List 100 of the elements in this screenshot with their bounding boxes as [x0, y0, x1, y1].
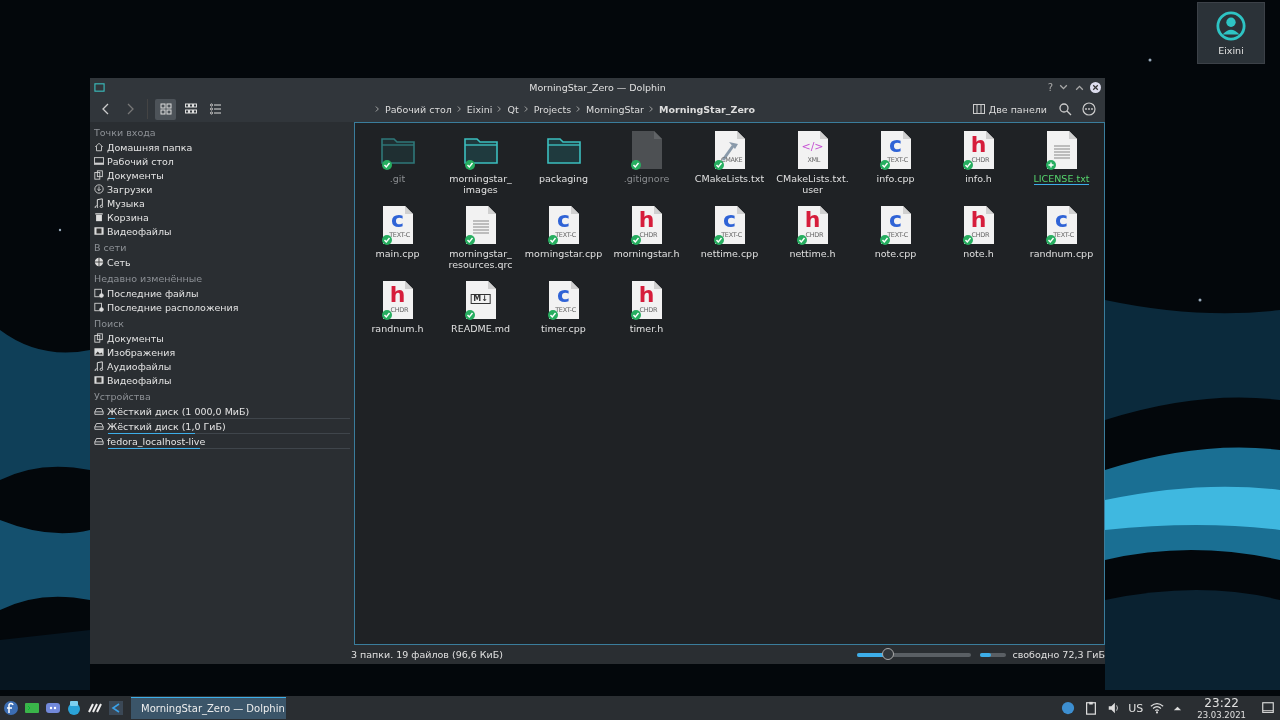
- icons-view-button[interactable]: [155, 98, 176, 120]
- file-type-glyph: c: [889, 209, 902, 231]
- clock-date[interactable]: 23.03.2021: [1197, 709, 1246, 720]
- sidebar-item[interactable]: Рабочий стол: [107, 155, 174, 167]
- recent-icon: [94, 302, 104, 312]
- sidebar-item[interactable]: Последние расположения: [107, 301, 239, 313]
- document-icon: [713, 205, 746, 245]
- document-icon: [962, 205, 995, 245]
- sidebar-item[interactable]: Документы: [107, 169, 164, 181]
- sidebar-item[interactable]: Сеть: [107, 256, 131, 268]
- search-icon[interactable]: [1057, 101, 1073, 117]
- breadcrumb-item[interactable]: Рабочий стол: [385, 103, 452, 115]
- document-icon: [630, 205, 663, 245]
- document-icon: [630, 130, 663, 170]
- sidebar-item[interactable]: Музыка: [107, 197, 145, 209]
- image-icon: [94, 347, 104, 357]
- breadcrumb-item[interactable]: Qt: [507, 103, 519, 115]
- breadcrumb-item[interactable]: Projects: [533, 103, 572, 115]
- file-name[interactable]: morningstar.h: [606, 248, 687, 259]
- desktop-icon: [94, 156, 104, 166]
- file-name[interactable]: main.cpp: [357, 248, 438, 259]
- show-desktop-icon[interactable]: [1261, 701, 1275, 715]
- file-type-glyph: h: [970, 134, 987, 156]
- file-name[interactable]: timer.h: [606, 323, 687, 334]
- file-name[interactable]: .git: [357, 173, 438, 184]
- file-name[interactable]: packaging: [523, 173, 604, 184]
- sidebar-item[interactable]: Изображения: [107, 346, 176, 358]
- sidebar-item[interactable]: Аудиофайлы: [107, 360, 172, 372]
- zoom-slider-handle[interactable]: [882, 647, 895, 660]
- folder-icon: [545, 135, 582, 165]
- breadcrumb-item[interactable]: MorningStar_Zero: [659, 103, 756, 115]
- file-name[interactable]: info.cpp: [855, 173, 936, 184]
- trash-icon: [94, 212, 104, 222]
- network-icon: [94, 257, 104, 267]
- file-name[interactable]: timer.cpp: [523, 323, 604, 334]
- taskbar-task[interactable]: MorningStar_Zero — Dolphin: [131, 697, 286, 719]
- menu-icon[interactable]: [1081, 101, 1097, 117]
- sidebar-item[interactable]: Жёсткий диск (1 000,0 МиБ): [107, 405, 250, 417]
- sidebar-item[interactable]: Корзина: [107, 211, 149, 223]
- wifi-icon[interactable]: [1150, 701, 1165, 715]
- sidebar-item[interactable]: Жёсткий диск (1,0 ГиБ): [107, 420, 226, 432]
- file-name[interactable]: morningstar_ images: [440, 173, 521, 195]
- docs-icon: [94, 170, 104, 180]
- launcher-icon[interactable]: [3, 700, 19, 716]
- chevron-icon: [576, 105, 582, 113]
- chat-icon[interactable]: [45, 700, 61, 716]
- file-type-glyph: </>: [801, 141, 824, 153]
- file-name[interactable]: nettime.h: [772, 248, 853, 259]
- file-name[interactable]: randnum.h: [357, 323, 438, 334]
- folder-icon: [379, 135, 416, 165]
- clipboard-icon[interactable]: [1084, 701, 1099, 715]
- section-heading: В сети: [94, 241, 128, 255]
- sidebar-item[interactable]: Документы: [107, 332, 164, 344]
- file-name[interactable]: .gitignore: [606, 173, 687, 184]
- list-icon: [209, 103, 222, 115]
- keyboard-layout[interactable]: US: [1128, 701, 1144, 715]
- file-name[interactable]: morningstar.cpp: [523, 248, 604, 259]
- free-space-label: свободно 72,3 ГиБ: [1012, 649, 1105, 660]
- code-editor-icon[interactable]: [108, 700, 124, 716]
- file-name[interactable]: info.h: [938, 173, 1019, 184]
- file-type-glyph: c: [391, 209, 404, 231]
- file-type-glyph: h: [970, 209, 987, 231]
- file-name[interactable]: README.md: [440, 323, 521, 334]
- file-name[interactable]: note.cpp: [855, 248, 936, 259]
- breadcrumb-item[interactable]: MorningStar: [586, 103, 645, 115]
- close-icon[interactable]: [1090, 81, 1101, 93]
- download-icon: [94, 184, 104, 194]
- breadcrumb-item[interactable]: Eixini: [466, 103, 493, 115]
- clock-time[interactable]: 23:22: [1204, 696, 1239, 710]
- section-heading: Поиск: [94, 317, 126, 331]
- sidebar-item[interactable]: Домашняя папка: [107, 141, 193, 153]
- file-type-glyph: c: [889, 134, 902, 156]
- file-name[interactable]: note.h: [938, 248, 1019, 259]
- document-icon: [1045, 205, 1078, 245]
- drive-icon: [94, 421, 104, 431]
- split-view-button[interactable]: Две панели: [968, 103, 1051, 115]
- file-name[interactable]: CMakeLists.txt. user: [772, 173, 853, 195]
- sidebar-item[interactable]: Видеофайлы: [107, 374, 172, 386]
- document-icon: [879, 205, 912, 245]
- messenger-icon[interactable]: [66, 700, 82, 716]
- document-icon: [962, 130, 995, 170]
- sidebar-item[interactable]: fedora_localhost-live: [107, 435, 206, 447]
- file-name[interactable]: CMakeLists.txt: [689, 173, 770, 184]
- document-icon: [547, 280, 580, 320]
- file-name[interactable]: randnum.cpp: [1021, 248, 1102, 259]
- document-icon: [879, 130, 912, 170]
- grid-icon: [159, 103, 172, 115]
- sidebar-item[interactable]: Последние файлы: [107, 287, 199, 299]
- sidebar-item[interactable]: Видеофайлы: [107, 225, 172, 237]
- user-widget[interactable]: Eixini: [1197, 2, 1265, 64]
- file-name[interactable]: morningstar_ resources.qrc: [440, 248, 521, 270]
- sidebar-item[interactable]: Загрузки: [107, 183, 153, 195]
- file-name[interactable]: nettime.cpp: [689, 248, 770, 259]
- help-button[interactable]: ?: [1047, 81, 1053, 93]
- update-icon[interactable]: [1061, 701, 1076, 715]
- section-heading: Устройства: [94, 390, 152, 404]
- file-type-glyph: h: [638, 209, 655, 231]
- file-name[interactable]: LICENSE.txt: [1033, 173, 1090, 185]
- document-icon: [464, 205, 497, 245]
- terminal-icon[interactable]: [24, 700, 40, 716]
